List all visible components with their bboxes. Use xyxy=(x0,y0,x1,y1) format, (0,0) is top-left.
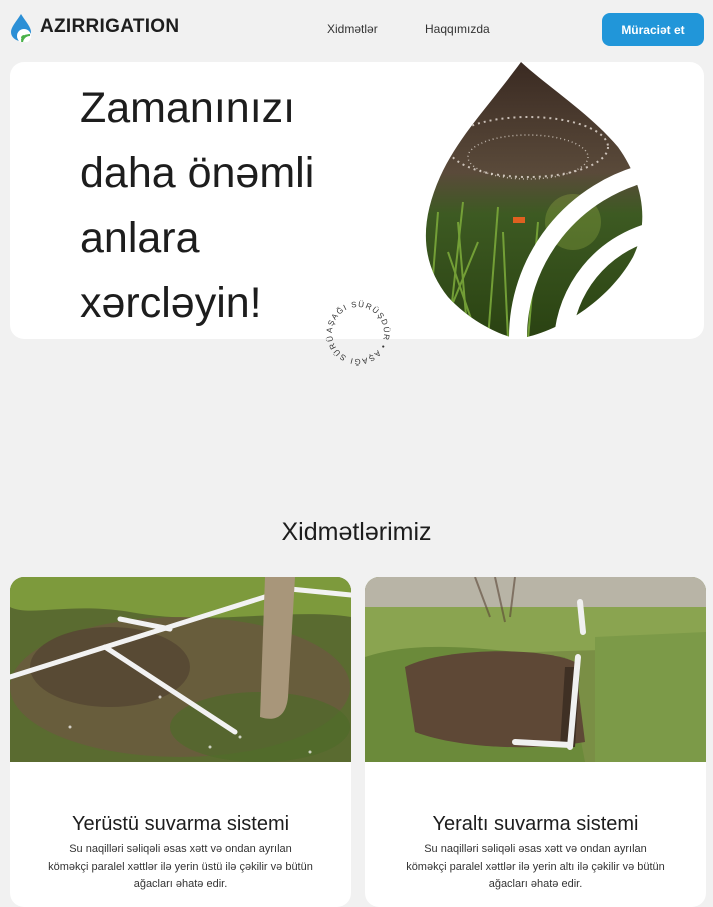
nav-link-about[interactable]: Haqqımızda xyxy=(425,22,490,36)
hero-title-line: daha önəmli xyxy=(80,149,315,197)
sprinkler-drop-image xyxy=(425,62,650,339)
scroll-down-badge[interactable]: AŞAĞI SÜRÜŞDÜR • AŞAĞI SÜRÜŞDÜR • xyxy=(322,297,394,369)
scroll-down-text: AŞAĞI SÜRÜŞDÜR • AŞAĞI SÜRÜŞDÜR • xyxy=(322,297,390,366)
svg-text:AŞAĞI SÜRÜŞDÜR • AŞAĞI SÜRÜŞDÜ: AŞAĞI SÜRÜŞDÜR • AŞAĞI SÜRÜŞDÜR • xyxy=(322,297,391,366)
nav-link-services[interactable]: Xidmətlər xyxy=(327,22,378,36)
services-title: Xidmətlərimiz xyxy=(281,518,432,546)
service-description: Su naqilləri səliqəli əsas xətt və ondan… xyxy=(48,843,313,890)
service-card-underground[interactable]: Yeraltı suvarma sistemi Su naqilləri səl… xyxy=(365,577,706,907)
brand-logo[interactable]: AZIRRIGATION xyxy=(10,12,179,42)
service-description: Su naqilləri səliqəli əsas xətt və ondan… xyxy=(406,843,665,890)
underground-irrigation-photo xyxy=(365,577,706,762)
water-drop-logo-icon xyxy=(11,14,31,42)
service-card-above-ground[interactable]: Yerüstü suvarma sistemi Su naqilləri səl… xyxy=(10,577,351,907)
service-title: Yerüstü suvarma sistemi xyxy=(71,813,290,835)
apply-button[interactable]: Müraciət et xyxy=(602,13,704,46)
brand-name: AZIRRIGATION xyxy=(40,16,180,37)
hero-title-line: anlara xyxy=(80,214,200,262)
service-title: Yeraltı suvarma sistemi xyxy=(432,813,639,835)
above-ground-irrigation-photo xyxy=(10,577,351,762)
hero-title-line: Zamanınızı xyxy=(80,84,296,132)
site-header: AZIRRIGATION Xidmətlər Haqqımızda Müraci… xyxy=(0,0,713,58)
